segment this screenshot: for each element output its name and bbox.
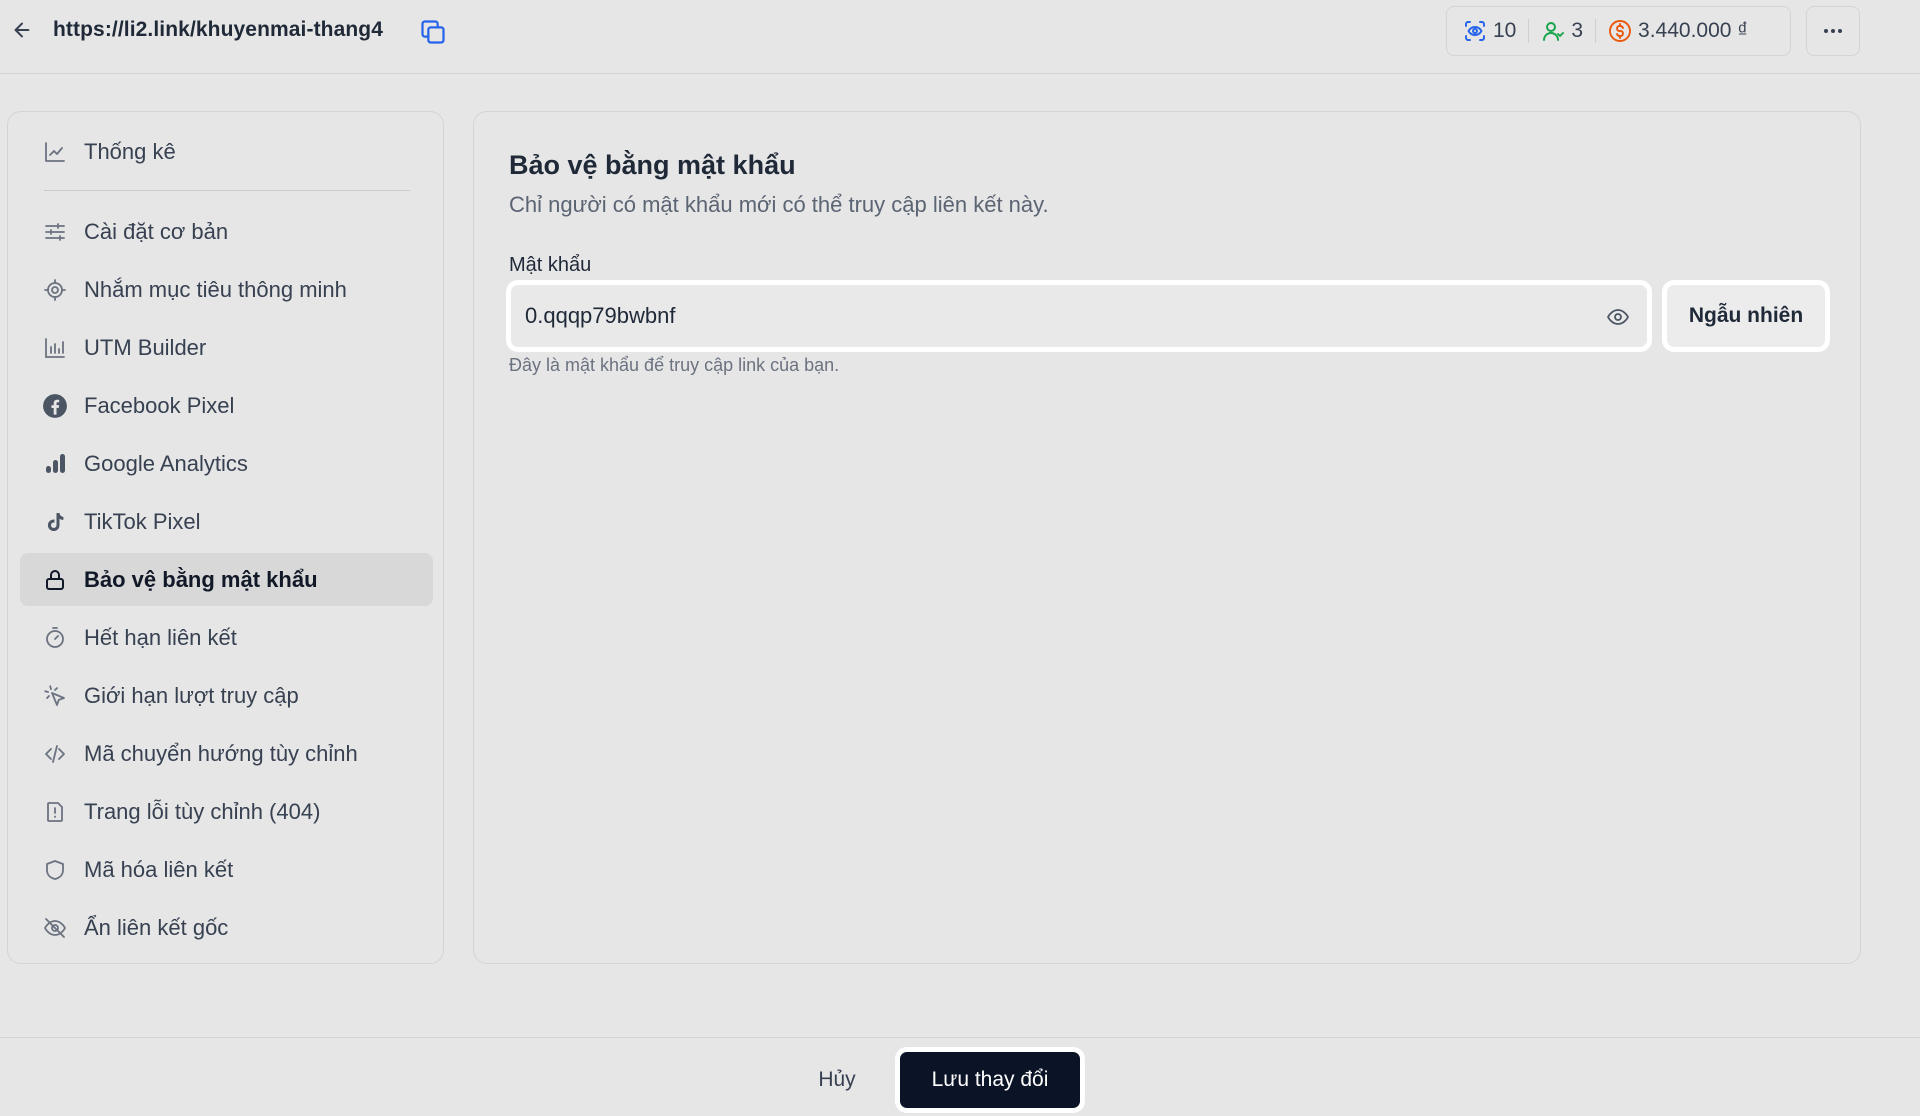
sidebar-item-smart-targeting[interactable]: Nhắm mục tiêu thông minh xyxy=(20,263,433,316)
sidebar-item-label: Hết hạn liên kết xyxy=(84,624,237,650)
toggle-password-visibility-button[interactable] xyxy=(1603,304,1633,330)
cancel-button[interactable]: Hủy xyxy=(800,1058,874,1102)
sidebar-item-label: Cài đặt cơ bản xyxy=(84,218,229,244)
copy-icon xyxy=(419,18,447,46)
target-icon xyxy=(42,277,68,303)
sidebar-divider xyxy=(44,190,410,191)
shield-icon xyxy=(42,857,68,883)
sidebar-item-facebook-pixel[interactable]: Facebook Pixel xyxy=(20,379,433,432)
sidebar-item-access-limit[interactable]: Giới hạn lượt truy cập xyxy=(20,669,433,722)
timer-icon xyxy=(42,625,68,651)
sidebar-item-label: Nhắm mục tiêu thông minh xyxy=(84,276,347,302)
more-options-button[interactable] xyxy=(1806,6,1860,56)
sidebar-item-label: Mã hóa liên kết xyxy=(84,856,234,882)
tiktok-icon xyxy=(42,509,68,535)
lock-icon xyxy=(42,567,68,593)
sidebar-item-google-analytics[interactable]: Google Analytics xyxy=(20,437,433,490)
sidebar-item-basic-settings[interactable]: Cài đặt cơ bản xyxy=(20,205,433,258)
sidebar-item-label: Thống kê xyxy=(84,138,176,164)
code-icon xyxy=(42,741,68,767)
password-hint: Đây là mật khẩu để truy cập link của bạn… xyxy=(509,355,840,375)
random-password-button[interactable]: Ngẫu nhiên xyxy=(1662,280,1830,352)
views-count: 10 xyxy=(1493,19,1517,42)
sidebar-item-label: Facebook Pixel xyxy=(84,392,235,418)
sidebar-item-utm-builder[interactable]: UTM Builder xyxy=(20,321,433,374)
facebook-icon xyxy=(42,393,68,419)
pointer-click-icon xyxy=(42,683,68,709)
users-count: 3 xyxy=(1571,19,1584,42)
sidebar-item-link-encryption[interactable]: Mã hóa liên kết xyxy=(20,843,433,896)
sidebar-item-label: Giới hạn lượt truy cập xyxy=(84,682,299,708)
password-protection-panel: Bảo vệ bằng mật khẩu Chỉ người có mật kh… xyxy=(473,111,1861,964)
bar-chart-icon xyxy=(42,335,68,361)
arrow-left-icon xyxy=(11,19,33,41)
sidebar-item-label: UTM Builder xyxy=(84,334,207,360)
chart-line-icon xyxy=(42,139,68,165)
sidebar-item-label: Bảo vệ bằng mật khẩu xyxy=(84,566,318,592)
sidebar-item-label: Google Analytics xyxy=(84,450,248,476)
sliders-icon xyxy=(42,219,68,245)
link-stats[interactable]: 10 3 3.440.000 ₫ xyxy=(1446,6,1791,56)
file-alert-icon xyxy=(42,799,68,825)
dollar-circle-icon xyxy=(1608,19,1632,43)
save-changes-button[interactable]: Lưu thay đổi xyxy=(895,1047,1085,1113)
user-icon xyxy=(1541,19,1565,43)
sidebar-item-link-expiration[interactable]: Hết hạn liên kết xyxy=(20,611,433,664)
panel-subtitle: Chỉ người có mật khẩu mới có thể truy cậ… xyxy=(509,192,1049,217)
password-input[interactable] xyxy=(511,285,1647,347)
stat-divider xyxy=(1528,19,1530,43)
eye-off-icon xyxy=(42,915,68,941)
ellipsis-icon xyxy=(1821,19,1845,43)
google-analytics-icon xyxy=(42,451,68,477)
sidebar-item-password-protection[interactable]: Bảo vệ bằng mật khẩu xyxy=(20,553,433,606)
password-field-wrapper xyxy=(506,280,1652,352)
back-button[interactable] xyxy=(8,14,36,46)
sidebar-item-label: Trang lỗi tùy chỉnh (404) xyxy=(84,798,321,824)
scan-eye-icon xyxy=(1463,19,1487,43)
sidebar-item-hide-original-link[interactable]: Ẩn liên kết gốc xyxy=(20,901,433,954)
password-label: Mật khẩu xyxy=(509,254,592,276)
sidebar-item-label: Ẩn liên kết gốc xyxy=(84,914,229,940)
short-link-url: https://li2.link/khuyenmai-thang4 xyxy=(53,18,384,41)
sidebar-item-label: TikTok Pixel xyxy=(84,508,201,534)
sidebar-item-custom-404[interactable]: Trang lỗi tùy chỉnh (404) xyxy=(20,785,433,838)
sidebar-item-custom-redirect-code[interactable]: Mã chuyển hướng tùy chỉnh xyxy=(20,727,433,780)
eye-icon xyxy=(1604,305,1632,329)
panel-title: Bảo vệ bằng mật khẩu xyxy=(509,150,796,180)
sidebar-item-statistics[interactable]: Thống kê xyxy=(20,125,433,178)
revenue-amount: 3.440.000 ₫ xyxy=(1638,19,1749,42)
sidebar-item-label: Mã chuyển hướng tùy chỉnh xyxy=(84,740,358,766)
users-stat: 3 xyxy=(1541,19,1583,43)
views-stat: 10 xyxy=(1463,19,1516,43)
stat-divider xyxy=(1595,19,1597,43)
top-bar: https://li2.link/khuyenmai-thang4 10 3 3… xyxy=(0,0,1920,74)
settings-sidebar: Thống kê Cài đặt cơ bản Nhắm mục tiêu th… xyxy=(7,111,444,964)
action-bar: Hủy Lưu thay đổi xyxy=(0,1037,1920,1116)
copy-link-button[interactable] xyxy=(417,16,449,48)
sidebar-item-tiktok-pixel[interactable]: TikTok Pixel xyxy=(20,495,433,548)
revenue-stat: 3.440.000 ₫ xyxy=(1608,19,1748,43)
